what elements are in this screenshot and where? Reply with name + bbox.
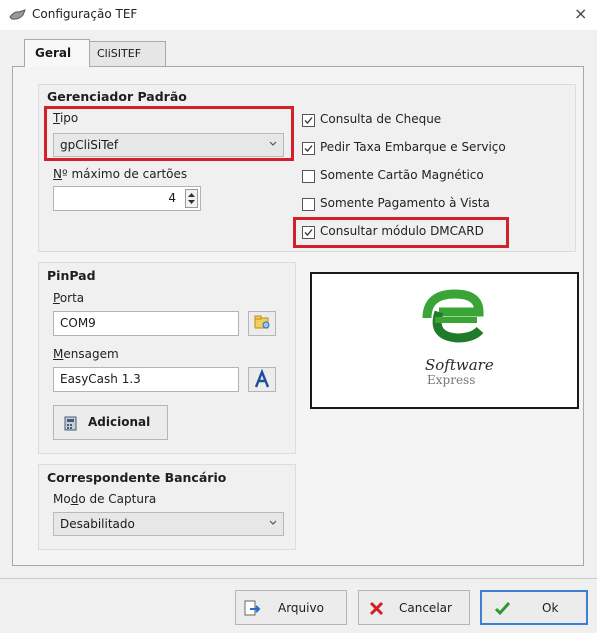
mensagem-value: EasyCash 1.3: [60, 372, 141, 386]
max-cartoes-input[interactable]: 4: [53, 186, 201, 211]
spin-buttons[interactable]: [185, 189, 198, 208]
arquivo-button[interactable]: Arquivo: [235, 590, 347, 625]
correspondente-title: Correspondente Bancário: [47, 470, 227, 485]
tab-clisitef-label: CliSITEF: [97, 47, 142, 60]
porta-value: COM9: [60, 316, 96, 330]
tab-geral[interactable]: Geral: [24, 39, 90, 67]
adicional-button[interactable]: Adicional: [53, 405, 168, 440]
tab-geral-label: Geral: [35, 46, 72, 60]
calculator-icon: [64, 416, 77, 431]
close-icon[interactable]: ×: [574, 4, 587, 23]
chevron-down-icon: [269, 520, 277, 525]
software-express-logo: Software Express: [310, 272, 579, 409]
ok-button[interactable]: Ok: [480, 590, 588, 625]
logo-e-icon: [422, 289, 484, 343]
folder-search-icon: [254, 315, 270, 329]
tipo-highlight: [44, 106, 294, 161]
modo-captura-value: Desabilitado: [60, 517, 135, 531]
gerenciador-title: Gerenciador Padrão: [47, 89, 187, 104]
file-arrow-icon: [244, 600, 261, 616]
cancelar-label: Cancelar: [399, 601, 452, 615]
checkbox[interactable]: [302, 114, 315, 127]
modo-captura-select[interactable]: Desabilitado: [53, 512, 284, 536]
check-icon: [304, 117, 313, 124]
footer-separator: [0, 578, 597, 579]
title-bar: Configuração TEF ×: [0, 0, 597, 30]
mensagem-label: Mensagem: [53, 347, 119, 361]
tef-config-window: Configuração TEF × CliSITEF Geral Gerenc…: [0, 0, 597, 633]
max-cartoes-label: Nº máximo de cartões: [53, 167, 188, 181]
porta-input[interactable]: COM9: [53, 311, 239, 336]
tab-clisitef[interactable]: CliSITEF: [86, 41, 166, 66]
font-button[interactable]: [248, 367, 276, 392]
window-title: Configuração TEF: [32, 7, 138, 21]
modo-captura-label: Modo de Captura: [53, 492, 157, 506]
ok-label: Ok: [542, 601, 559, 615]
cancelar-button[interactable]: Cancelar: [358, 590, 470, 625]
dmcard-highlight: [293, 217, 509, 248]
pinpad-title: PinPad: [47, 268, 96, 283]
mensagem-input[interactable]: EasyCash 1.3: [53, 367, 239, 392]
check-icon: [304, 145, 313, 152]
cancel-x-icon: [369, 601, 384, 616]
app-icon: [9, 8, 27, 22]
porta-label: Porta: [53, 291, 85, 305]
checkbox[interactable]: [302, 170, 315, 183]
checkbox[interactable]: [302, 198, 315, 211]
porta-lookup-button[interactable]: [248, 311, 276, 336]
logo-text-express: Express: [427, 373, 476, 387]
arquivo-label: Arquivo: [278, 601, 324, 615]
adicional-label: Adicional: [88, 415, 151, 429]
font-a-icon: [254, 368, 270, 388]
spin-arrows-icon: [188, 193, 195, 204]
check-icon: [494, 601, 511, 616]
max-cartoes-value: 4: [168, 191, 176, 205]
checkbox[interactable]: [302, 142, 315, 155]
logo-text-software: Software: [425, 356, 494, 374]
